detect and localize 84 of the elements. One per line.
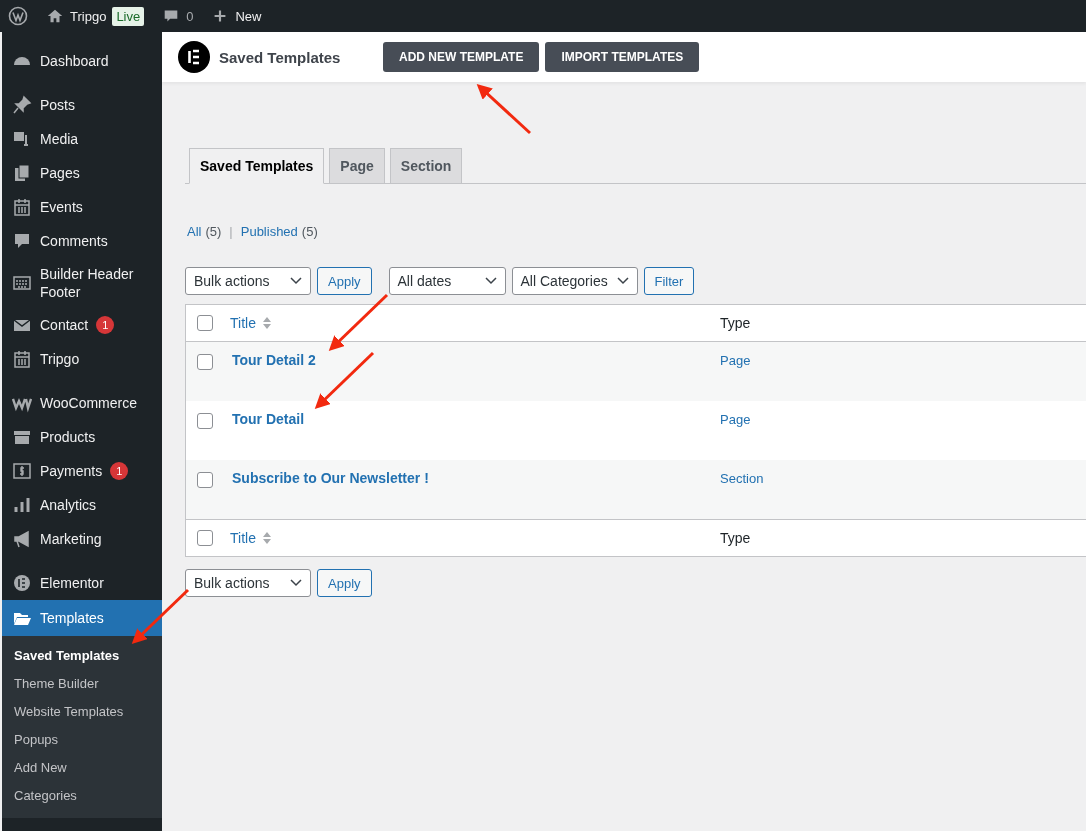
submenu-item[interactable]: Saved Templates — [2, 642, 162, 670]
chevron-down-icon — [290, 277, 302, 285]
template-title-link[interactable]: Tour Detail 2 — [232, 352, 316, 368]
apply-button[interactable]: Apply — [317, 267, 372, 295]
elementor-logo-icon — [178, 41, 210, 73]
sidebar-menu-item[interactable]: Contact 1 — [2, 308, 162, 342]
view-filter-link[interactable]: All — [187, 224, 202, 239]
home-icon[interactable] — [46, 7, 64, 25]
calendar-icon — [12, 197, 32, 217]
notification-count-badge: 1 — [110, 462, 129, 480]
template-title-link[interactable]: Tour Detail — [232, 411, 305, 427]
sidebar-menu-item[interactable]: Comments — [2, 224, 162, 258]
bulk-actions-dropdown[interactable]: Bulk actions — [185, 267, 311, 295]
chevron-down-icon — [484, 277, 497, 285]
sidebar-menu-item[interactable]: Tripgo — [2, 342, 162, 376]
bulk-actions-dropdown[interactable]: Bulk actions — [185, 569, 311, 597]
template-tab[interactable]: Page — [329, 148, 385, 183]
select-all-checkbox[interactable] — [197, 530, 213, 546]
notification-count-badge: 1 — [96, 316, 115, 334]
template-title-link[interactable]: Subscribe to Our Newsletter ! — [232, 470, 429, 486]
row-checkbox[interactable] — [197, 413, 213, 429]
template-type-link[interactable]: Page — [720, 353, 751, 368]
column-header-link[interactable]: Title — [230, 315, 256, 331]
sidebar-menu-item[interactable]: Posts — [2, 88, 162, 122]
sidebar-menu-item[interactable]: Pages — [2, 156, 162, 190]
sidebar-menu-item[interactable]: Events — [2, 190, 162, 224]
page-title: Saved Templates — [219, 48, 342, 66]
filter-button[interactable]: Filter — [643, 267, 695, 295]
row-checkbox[interactable] — [197, 354, 213, 370]
sidebar-menu-item[interactable]: Templates — [2, 600, 162, 636]
template-type-link[interactable]: Page — [720, 412, 751, 427]
column-header: Type — [720, 530, 751, 546]
column-header-link[interactable]: Title — [230, 530, 256, 546]
sidebar-menu-item[interactable]: Products — [2, 420, 162, 454]
keyboard-icon — [12, 273, 32, 293]
wordpress-logo-icon[interactable] — [8, 6, 28, 26]
submenu-item[interactable]: Theme Builder — [2, 670, 162, 698]
dollar-icon — [12, 461, 32, 481]
site-name-link[interactable]: Tripgo — [70, 8, 107, 24]
submenu-item[interactable]: Popups — [2, 726, 162, 754]
annotation-arrow — [131, 588, 190, 645]
calendar-icon — [12, 349, 32, 369]
sidebar-menu-item[interactable]: Dashboard — [2, 44, 162, 78]
template-tab[interactable]: Saved Templates — [189, 148, 325, 184]
chevron-down-icon — [290, 579, 302, 587]
view-separator: | — [229, 224, 233, 239]
select-all-checkbox[interactable] — [197, 315, 213, 331]
dates-dropdown[interactable]: All dates — [388, 267, 506, 295]
sort-arrows-icon[interactable] — [261, 531, 272, 545]
column-header: Type — [720, 315, 751, 331]
sidebar-menu-item[interactable]: Marketing — [2, 522, 162, 556]
new-link[interactable]: New — [235, 8, 262, 24]
sidebar-menu-item[interactable]: Media — [2, 122, 162, 156]
live-status-badge: Live — [112, 6, 145, 26]
sidebar-menu-item[interactable]: Analytics — [2, 488, 162, 522]
apply-button[interactable]: Apply — [317, 569, 372, 597]
annotation-arrow — [476, 83, 531, 135]
elementor-icon — [12, 573, 32, 593]
submenu-item[interactable]: Categories — [2, 782, 162, 810]
view-count: (5) — [301, 224, 318, 239]
annotation-arrow — [328, 293, 389, 352]
submenu-item[interactable]: Add New — [2, 754, 162, 782]
header-action-button[interactable]: IMPORT TEMPLATES — [545, 42, 700, 72]
chevron-down-icon — [616, 277, 629, 285]
megaphone-icon — [12, 529, 32, 549]
bubble-icon — [12, 231, 32, 251]
template-type-link[interactable]: Section — [720, 471, 764, 486]
comment-count: 0 — [186, 8, 194, 24]
sidebar-menu-item[interactable]: WooCommerce — [2, 386, 162, 420]
sidebar-menu-item[interactable]: Elementor — [2, 566, 162, 600]
bars-icon — [12, 495, 32, 515]
pin-icon — [12, 95, 32, 115]
sidebar-menu-item[interactable]: Payments 1 — [2, 454, 162, 488]
submenu-item[interactable]: Website Templates — [2, 698, 162, 726]
template-tab[interactable]: Section — [389, 148, 463, 183]
categories-dropdown[interactable]: All Categories — [511, 267, 638, 295]
row-checkbox[interactable] — [197, 472, 213, 488]
annotation-arrow — [314, 351, 375, 410]
pages-icon — [12, 163, 32, 183]
view-filter-link[interactable]: Published — [240, 224, 298, 239]
sort-arrows-icon[interactable] — [261, 316, 272, 330]
view-count: (5) — [205, 224, 222, 239]
header-action-button[interactable]: ADD NEW TEMPLATE — [383, 42, 540, 72]
sidebar-menu-item[interactable]: Builder Header Footer — [2, 258, 162, 308]
